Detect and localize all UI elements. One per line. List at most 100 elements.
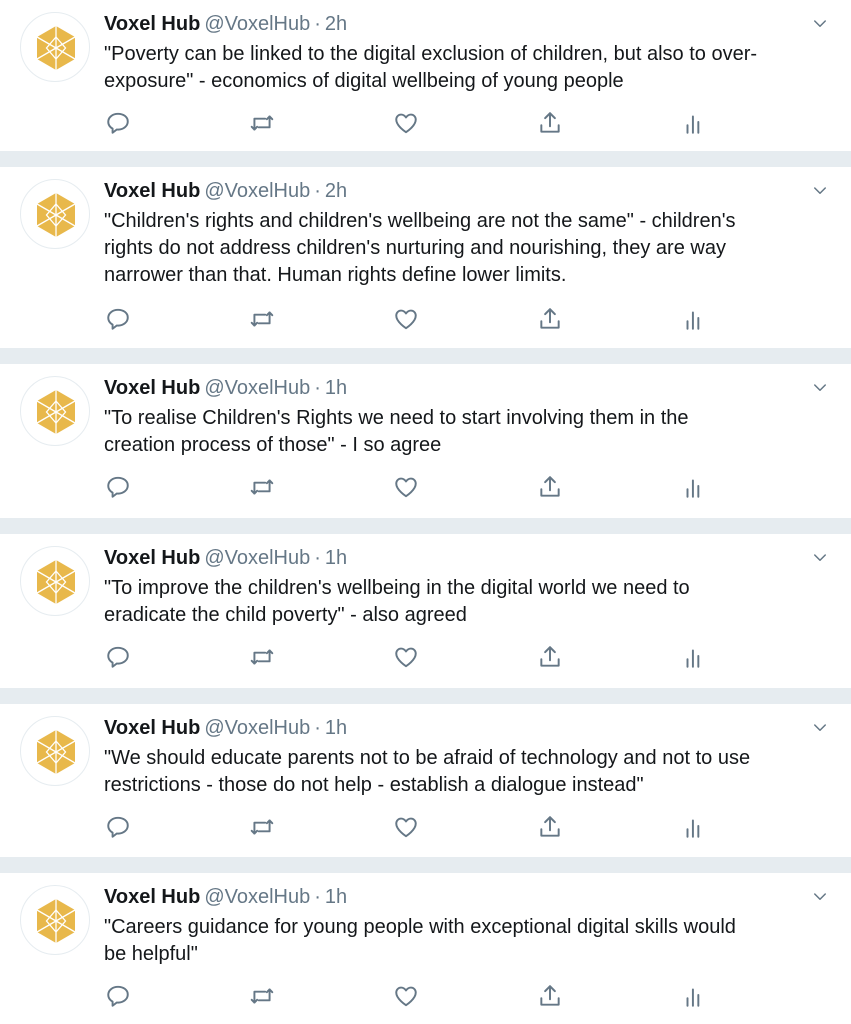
author-handle[interactable]: @VoxelHub: [204, 886, 310, 908]
avatar[interactable]: [20, 885, 90, 955]
avatar[interactable]: [20, 376, 90, 446]
reply-button[interactable]: [105, 306, 133, 334]
tweet-text: "To realise Children's Rights we need to…: [104, 405, 834, 459]
analytics-icon: [681, 306, 709, 332]
author-handle[interactable]: @VoxelHub: [204, 180, 310, 202]
chevron-down-icon[interactable]: [811, 888, 829, 906]
chevron-down-icon[interactable]: [811, 379, 829, 397]
like-button[interactable]: [393, 983, 421, 1011]
analytics-button[interactable]: [681, 644, 709, 672]
avatar[interactable]: [20, 546, 90, 616]
reply-icon: [105, 110, 133, 136]
share-button[interactable]: [537, 474, 565, 502]
tweet-timestamp[interactable]: 1h: [325, 886, 347, 908]
tweet[interactable]: Voxel Hub @VoxelHub · 1h "To realise Childre…: [0, 364, 851, 518]
tweet-text-line: restrictions - those do not help - estab…: [104, 774, 644, 796]
analytics-icon: [681, 814, 709, 840]
tweet[interactable]: Voxel Hub @VoxelHub · 1h "We should educate …: [0, 704, 851, 857]
reply-icon: [105, 814, 133, 840]
reply-button[interactable]: [105, 814, 133, 842]
tweet[interactable]: Voxel Hub @VoxelHub · 2h "Children's rights …: [0, 167, 851, 348]
like-button[interactable]: [393, 110, 421, 138]
share-button[interactable]: [537, 306, 565, 334]
chevron-down-icon[interactable]: [811, 182, 829, 200]
tweet-text-line: be helpful": [104, 943, 198, 965]
tweet-header: Voxel Hub @VoxelHub · 1h: [104, 375, 347, 401]
tweet-timestamp[interactable]: 1h: [325, 377, 347, 399]
like-button[interactable]: [393, 474, 421, 502]
retweet-button[interactable]: [249, 644, 277, 672]
heart-icon: [393, 110, 421, 136]
tweet-header: Voxel Hub @VoxelHub · 2h: [104, 178, 347, 204]
retweet-icon: [249, 644, 277, 670]
heart-icon: [393, 474, 421, 500]
author-name[interactable]: Voxel Hub: [104, 547, 200, 569]
avatar[interactable]: [20, 716, 90, 786]
like-button[interactable]: [393, 644, 421, 672]
analytics-button[interactable]: [681, 306, 709, 334]
analytics-button[interactable]: [681, 983, 709, 1011]
chevron-down-icon[interactable]: [811, 549, 829, 567]
tweet-text-line: exposure" - economics of digital wellbei…: [104, 70, 624, 92]
tweet-divider: [0, 151, 851, 167]
tweet-text-line: "To improve the children's wellbeing in …: [104, 577, 690, 599]
tweet-header: Voxel Hub @VoxelHub · 1h: [104, 884, 347, 910]
tweet-actions: [0, 644, 851, 672]
reply-icon: [105, 644, 133, 670]
reply-icon: [105, 983, 133, 1009]
analytics-button[interactable]: [681, 110, 709, 138]
like-button[interactable]: [393, 306, 421, 334]
separator-dot: ·: [314, 717, 321, 739]
analytics-button[interactable]: [681, 814, 709, 842]
tweet-actions: [0, 983, 851, 1011]
share-button[interactable]: [537, 814, 565, 842]
retweet-button[interactable]: [249, 814, 277, 842]
avatar[interactable]: [20, 12, 90, 82]
reply-button[interactable]: [105, 983, 133, 1011]
tweet-text-line: creation process of those" - I so agree: [104, 434, 442, 456]
tweet[interactable]: Voxel Hub @VoxelHub · 2h "Poverty can be lin…: [0, 0, 851, 151]
author-handle[interactable]: @VoxelHub: [204, 547, 310, 569]
tweet-timestamp[interactable]: 1h: [325, 547, 347, 569]
retweet-icon: [249, 306, 277, 332]
retweet-button[interactable]: [249, 110, 277, 138]
tweet-text-line: "Careers guidance for young people with …: [104, 916, 736, 938]
retweet-button[interactable]: [249, 306, 277, 334]
avatar[interactable]: [20, 179, 90, 249]
author-name[interactable]: Voxel Hub: [104, 377, 200, 399]
tweet-divider: [0, 688, 851, 704]
share-button[interactable]: [537, 110, 565, 138]
author-name[interactable]: Voxel Hub: [104, 886, 200, 908]
analytics-button[interactable]: [681, 474, 709, 502]
author-handle[interactable]: @VoxelHub: [204, 13, 310, 35]
author-name[interactable]: Voxel Hub: [104, 717, 200, 739]
reply-button[interactable]: [105, 644, 133, 672]
reply-button[interactable]: [105, 110, 133, 138]
like-button[interactable]: [393, 814, 421, 842]
separator-dot: ·: [314, 886, 321, 908]
chevron-down-icon[interactable]: [811, 15, 829, 33]
tweet-text-line: "Poverty can be linked to the digital ex…: [104, 43, 758, 65]
reply-button[interactable]: [105, 474, 133, 502]
separator-dot: ·: [314, 13, 321, 35]
retweet-button[interactable]: [249, 474, 277, 502]
tweet-timestamp[interactable]: 2h: [325, 13, 347, 35]
tweet[interactable]: Voxel Hub @VoxelHub · 1h "Careers guidance f…: [0, 873, 851, 1024]
tweet-timestamp[interactable]: 2h: [325, 180, 347, 202]
author-name[interactable]: Voxel Hub: [104, 180, 200, 202]
author-handle[interactable]: @VoxelHub: [204, 377, 310, 399]
tweet[interactable]: Voxel Hub @VoxelHub · 1h "To improve the chi…: [0, 534, 851, 688]
author-handle[interactable]: @VoxelHub: [204, 717, 310, 739]
tweet-timestamp[interactable]: 1h: [325, 717, 347, 739]
chevron-down-icon[interactable]: [811, 719, 829, 737]
retweet-button[interactable]: [249, 983, 277, 1011]
share-button[interactable]: [537, 983, 565, 1011]
share-icon: [537, 110, 565, 136]
author-name[interactable]: Voxel Hub: [104, 13, 200, 35]
analytics-icon: [681, 644, 709, 670]
tweet-text-line: "We should educate parents not to be afr…: [104, 747, 751, 769]
tweet-text: "Poverty can be linked to the digital ex…: [104, 41, 834, 95]
share-icon: [537, 983, 565, 1009]
share-button[interactable]: [537, 644, 565, 672]
tweet-divider: [0, 518, 851, 534]
